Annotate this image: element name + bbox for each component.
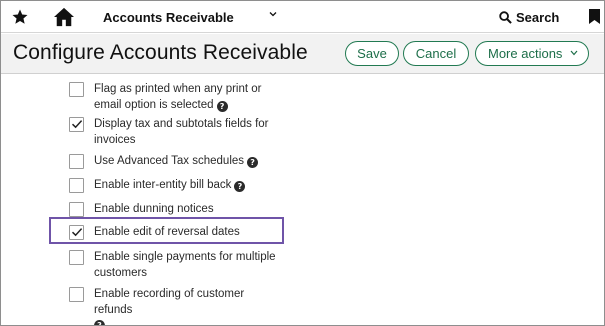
search-button[interactable]: Search — [499, 8, 559, 26]
help-icon[interactable]: ? — [216, 101, 228, 112]
cancel-button[interactable]: Cancel — [403, 41, 469, 66]
save-button[interactable]: Save — [345, 41, 399, 66]
page-title: Configure Accounts Receivable — [13, 41, 308, 64]
window: Accounts Receivable Search Configure Acc… — [0, 0, 605, 326]
star-icon[interactable] — [11, 8, 29, 26]
setting-label: Flag as printed when any print or email … — [94, 83, 262, 112]
checkbox[interactable] — [69, 250, 84, 265]
checkmark-icon — [71, 120, 83, 129]
home-icon[interactable] — [53, 7, 75, 27]
checkbox[interactable] — [69, 117, 84, 132]
setting-label: Use Advanced Tax schedules? — [94, 153, 284, 169]
top-bar: Accounts Receivable Search — [1, 1, 604, 33]
setting-label: Enable inter-entity bill back? — [94, 177, 284, 193]
help-icon[interactable]: ? — [94, 320, 105, 325]
page-header: Configure Accounts Receivable Save Cance… — [1, 34, 604, 74]
more-actions-button[interactable]: More actions — [475, 41, 589, 66]
more-actions-label: More actions — [488, 46, 563, 61]
module-selector[interactable]: Accounts Receivable — [103, 10, 234, 25]
help-icon[interactable]: ? — [234, 181, 246, 192]
chevron-down-icon[interactable] — [268, 9, 278, 19]
setting-label: Enable recording of customer refunds ? — [94, 286, 284, 325]
setting-label: Enable single payments for multiple cust… — [94, 251, 276, 279]
checkbox[interactable] — [69, 225, 84, 240]
checkbox[interactable] — [69, 202, 84, 217]
setting-label: Display tax and subtotals fields for inv… — [94, 118, 269, 146]
bookmark-icon[interactable] — [589, 9, 600, 24]
checkbox[interactable] — [69, 82, 84, 97]
setting-label: Enable dunning notices — [94, 203, 214, 215]
checkbox[interactable] — [69, 287, 84, 302]
settings-panel: Flag as printed when any print or email … — [1, 75, 604, 325]
checkbox[interactable] — [69, 154, 84, 169]
search-label: Search — [516, 9, 560, 25]
chevron-down-icon — [570, 50, 578, 56]
setting-label: Enable edit of reversal dates — [94, 226, 240, 238]
checkmark-icon — [71, 228, 83, 237]
checkbox[interactable] — [69, 178, 84, 193]
search-icon — [499, 10, 512, 24]
help-icon[interactable]: ? — [247, 157, 259, 168]
